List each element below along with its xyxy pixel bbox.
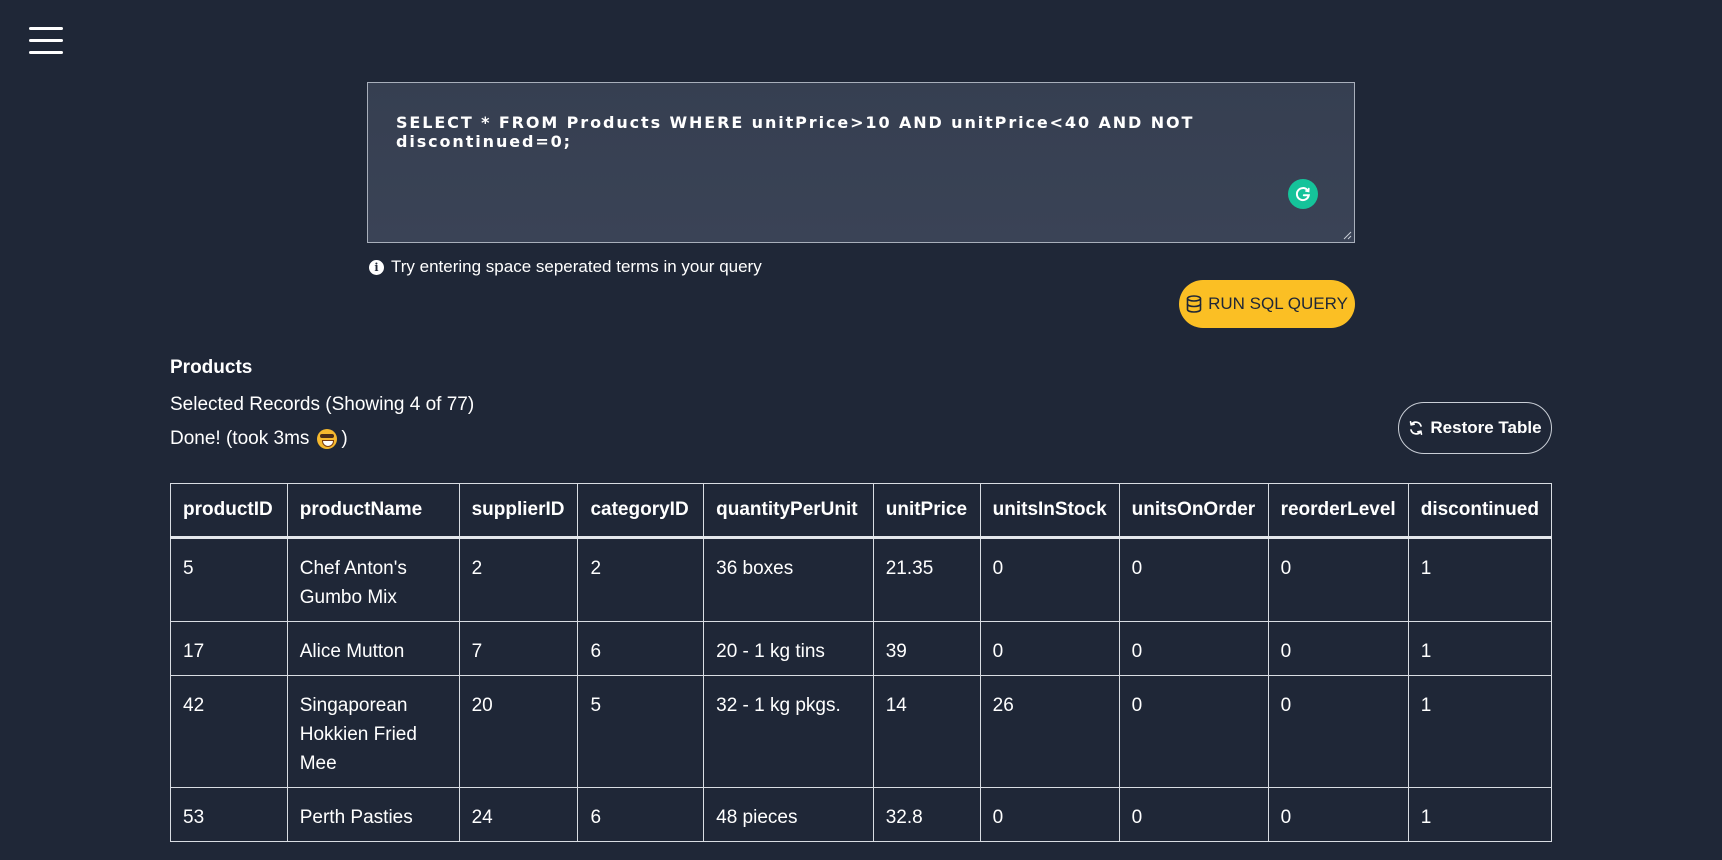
status-text: Done! (took 3ms <box>170 428 310 449</box>
records-count: Selected Records (Showing 4 of 77) <box>170 394 475 415</box>
table-cell: 2 <box>458 537 579 622</box>
table-cell: 0 <box>1267 537 1409 622</box>
table-cell: Chef Anton's Gumbo Mix <box>286 537 460 622</box>
table-cell: 42 <box>170 675 288 788</box>
run-button-label: RUN SQL QUERY <box>1208 294 1348 313</box>
grinning-emoji-icon <box>317 429 338 449</box>
table-cell: Perth Pasties <box>286 787 460 842</box>
table-row: 5 Chef Anton's Gumbo Mix 2 2 36 boxes 21… <box>170 537 1553 622</box>
table-cell: 32 - 1 kg pkgs. <box>703 675 874 788</box>
table-cell: 0 <box>1118 537 1269 622</box>
column-header: categoryID <box>577 483 705 539</box>
database-icon <box>1186 295 1202 313</box>
table-cell: 2 <box>577 537 705 622</box>
table-cell: 1 <box>1407 675 1553 788</box>
column-header: quantityPerUnit <box>703 483 874 539</box>
column-header: productID <box>170 483 288 539</box>
grammarly-icon[interactable] <box>1288 179 1318 209</box>
column-header: productName <box>286 483 460 539</box>
table-cell: 53 <box>170 787 288 842</box>
query-status: Done! (took 3ms ) <box>170 428 348 450</box>
table-cell: 0 <box>1118 621 1269 676</box>
table-cell: 21.35 <box>872 537 981 622</box>
table-cell: 0 <box>1267 675 1409 788</box>
table-cell: 0 <box>1267 787 1409 842</box>
table-cell: Alice Mutton <box>286 621 460 676</box>
refresh-icon <box>1410 421 1423 435</box>
table-cell: 48 pieces <box>703 787 874 842</box>
table-cell: 1 <box>1407 537 1553 622</box>
table-cell: 6 <box>577 787 705 842</box>
table-cell: 20 <box>458 675 579 788</box>
table-cell: 0 <box>1118 675 1269 788</box>
table-cell: 0 <box>979 621 1120 676</box>
table-title: Products <box>170 357 253 378</box>
table-cell: 20 - 1 kg tins <box>703 621 874 676</box>
table-cell: 26 <box>979 675 1120 788</box>
table-cell: 36 boxes <box>703 537 874 622</box>
table-header-row: productID productName supplierID categor… <box>170 483 1553 539</box>
table-cell: 6 <box>577 621 705 676</box>
table-cell: 14 <box>872 675 981 788</box>
restore-button-label: Restore Table <box>1430 418 1542 437</box>
column-header: discontinued <box>1407 483 1553 539</box>
table-cell: 5 <box>170 537 288 622</box>
column-header: unitPrice <box>872 483 981 539</box>
table-row: 17 Alice Mutton 7 6 20 - 1 kg tins 39 0 … <box>170 621 1553 676</box>
table-cell: 1 <box>1407 787 1553 842</box>
column-header: supplierID <box>458 483 579 539</box>
results-table: productID productName supplierID categor… <box>170 483 1553 842</box>
table-cell: 24 <box>458 787 579 842</box>
hamburger-menu-icon[interactable] <box>29 27 63 55</box>
table-cell: 0 <box>1118 787 1269 842</box>
table-cell: 17 <box>170 621 288 676</box>
status-close-paren: ) <box>341 428 348 449</box>
table-cell: 32.8 <box>872 787 981 842</box>
resize-handle-icon[interactable] <box>1342 230 1352 240</box>
restore-table-button[interactable]: Restore Table <box>1398 402 1552 454</box>
sql-query-input[interactable]: SELECT * FROM Products WHERE unitPrice>1… <box>368 83 1354 242</box>
table-cell: Singaporean Hokkien Fried Mee <box>286 675 460 788</box>
table-cell: 0 <box>979 537 1120 622</box>
info-icon: i <box>369 259 384 275</box>
table-cell: 39 <box>872 621 981 676</box>
query-editor: SELECT * FROM Products WHERE unitPrice>1… <box>367 82 1355 243</box>
table-row: 42 Singaporean Hokkien Fried Mee 20 5 32… <box>170 675 1553 788</box>
table-cell: 0 <box>1267 621 1409 676</box>
table-cell: 1 <box>1407 621 1553 676</box>
table-cell: 0 <box>979 787 1120 842</box>
column-header: unitsOnOrder <box>1118 483 1269 539</box>
table-row: 53 Perth Pasties 24 6 48 pieces 32.8 0 0… <box>170 787 1553 842</box>
run-sql-query-button[interactable]: RUN SQL QUERY <box>1179 280 1355 328</box>
hint-text: Try entering space seperated terms in yo… <box>391 257 762 276</box>
table-cell: 5 <box>577 675 705 788</box>
query-hint: i Try entering space seperated terms in … <box>369 256 762 278</box>
app-page: SELECT * FROM Products WHERE unitPrice>1… <box>0 0 1722 860</box>
table-cell: 7 <box>458 621 579 676</box>
column-header: reorderLevel <box>1267 483 1409 539</box>
column-header: unitsInStock <box>979 483 1120 539</box>
